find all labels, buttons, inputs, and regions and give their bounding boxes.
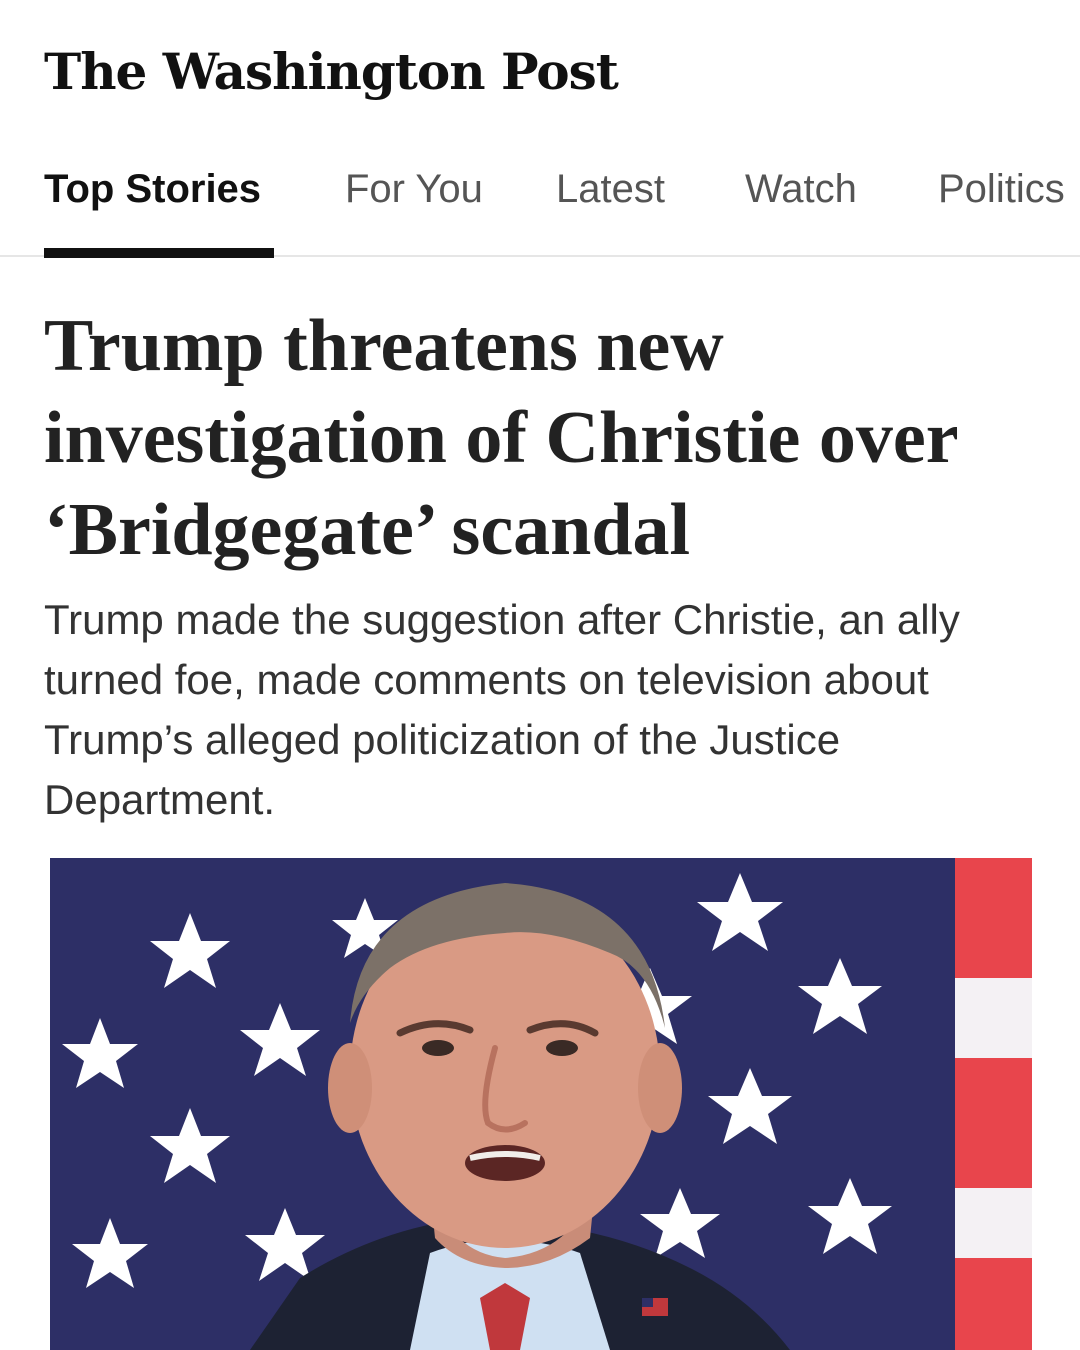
masthead-logo[interactable]: The Washington Post xyxy=(44,32,744,112)
tab-latest[interactable]: Latest xyxy=(556,164,665,214)
article-photo[interactable] xyxy=(50,858,1032,1350)
flag-stripes xyxy=(955,858,1032,1350)
article-dek: Trump made the suggestion after Christie… xyxy=(44,596,960,823)
section-tabs: Top Stories For You Latest Watch Politic… xyxy=(0,140,1080,260)
tab-politics[interactable]: Politics xyxy=(938,164,1065,214)
masthead: The Washington Post xyxy=(44,32,744,112)
tab-watch[interactable]: Watch xyxy=(745,164,857,214)
article-headline[interactable]: Trump threatens new investigation of Chr… xyxy=(44,300,1034,576)
tab-top-stories[interactable]: Top Stories xyxy=(44,164,261,214)
article-page: The Washington Post Top Stories For You … xyxy=(0,0,1080,1350)
article-photo-illustration xyxy=(50,858,1032,1350)
active-tab-indicator xyxy=(44,248,274,258)
tab-for-you[interactable]: For You xyxy=(345,164,483,214)
